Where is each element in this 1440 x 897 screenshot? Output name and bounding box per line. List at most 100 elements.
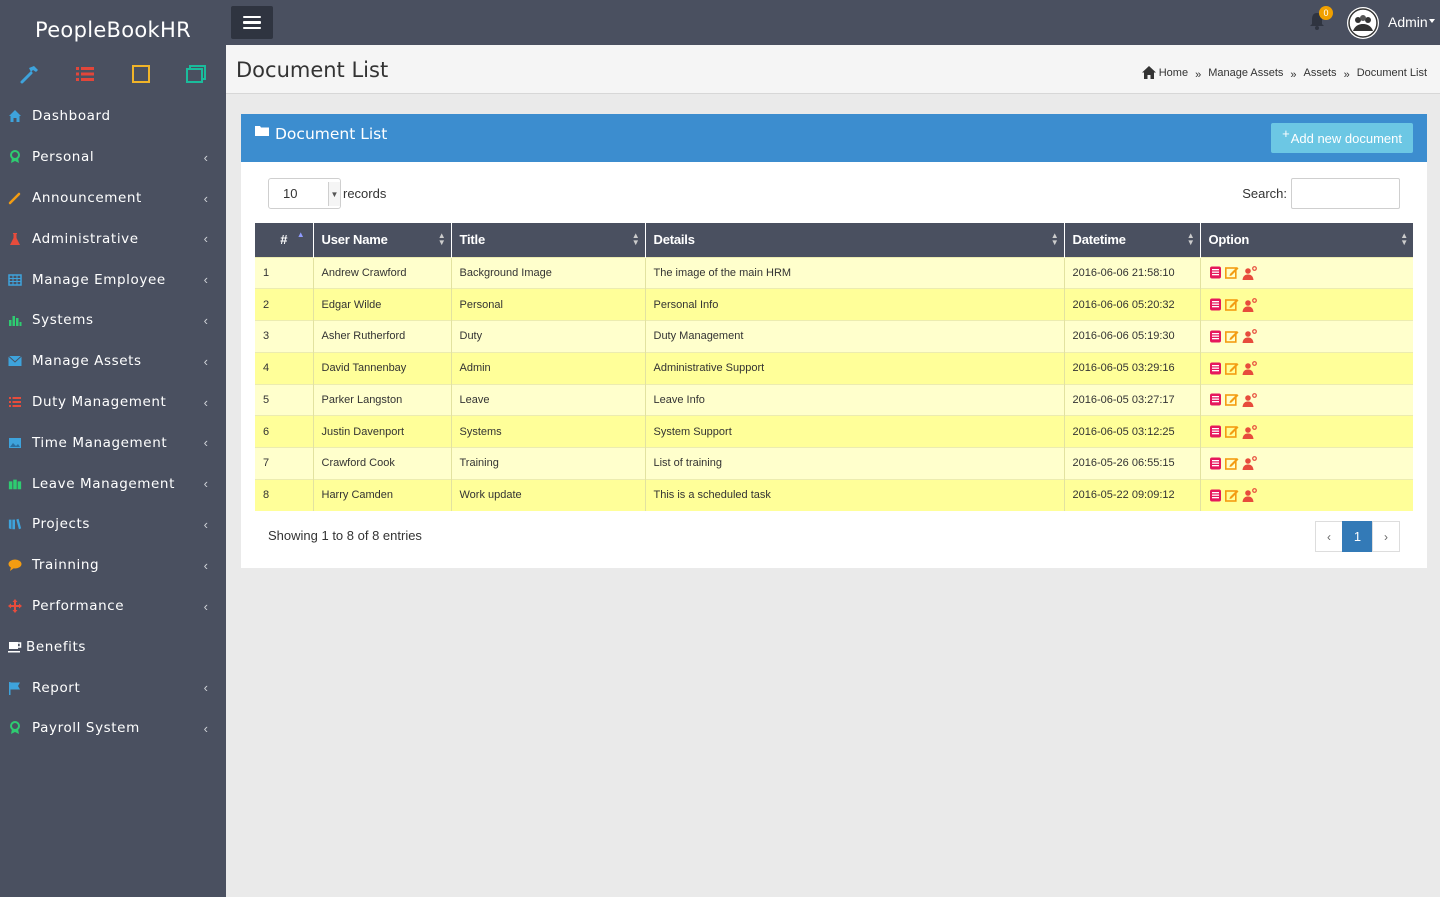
cell-details: Duty Management — [645, 320, 1065, 353]
edit-document-icon[interactable] — [1224, 393, 1239, 407]
cell-title: Training — [451, 447, 646, 480]
box-title: Document List — [255, 125, 387, 143]
assign-user-icon[interactable] — [1242, 329, 1257, 344]
hammer-icon[interactable] — [18, 62, 42, 86]
records-per-page-select[interactable]: 10 ▼ — [268, 178, 341, 209]
edit-document-icon[interactable] — [1224, 489, 1239, 502]
sidebar-item-dashboard[interactable]: Dashboard — [0, 96, 226, 137]
cell-title: Work update — [451, 478, 646, 511]
view-document-icon[interactable] — [1209, 330, 1222, 343]
sidebar-item-personal[interactable]: Personal ‹ — [0, 137, 226, 178]
move-icon — [8, 598, 22, 613]
view-document-icon[interactable] — [1209, 393, 1222, 406]
sidebar-item-label: Manage Assets — [32, 353, 142, 370]
cell-option — [1200, 415, 1413, 448]
user-menu[interactable]: Admin — [1388, 14, 1428, 30]
document-list-box: Document List + Add new document 10 ▼ re… — [241, 114, 1427, 568]
pagination-prev-button[interactable]: ‹ — [1315, 521, 1343, 552]
breadcrumb-current: Document List — [1356, 66, 1427, 79]
cell-number: 3 — [255, 320, 314, 353]
list-icon[interactable] — [73, 62, 97, 86]
menu-toggle-button[interactable] — [231, 6, 273, 39]
assign-user-icon[interactable] — [1242, 361, 1257, 376]
column-header-label: Option — [1208, 232, 1250, 248]
records-per-page-value: 10 — [283, 186, 298, 201]
pagination-next-button[interactable]: › — [1372, 521, 1400, 552]
sidebar-item-manage-employee[interactable]: Manage Employee ‹ — [0, 259, 226, 300]
sidebar-item-time-management[interactable]: Time Management ‹ — [0, 422, 226, 463]
column-header-datetime[interactable]: Datetime ▲ ▼ — [1064, 223, 1201, 257]
view-document-icon[interactable] — [1209, 362, 1222, 375]
cell-datetime: 2016-06-05 03:12:25 — [1064, 415, 1201, 448]
view-document-icon[interactable] — [1209, 457, 1222, 470]
edit-document-icon[interactable] — [1224, 457, 1239, 470]
sidebar-item-manage-assets[interactable]: Manage Assets ‹ — [0, 341, 226, 382]
window-icon[interactable] — [184, 62, 208, 86]
sort-icon: ▲ ▼ — [1186, 231, 1195, 247]
sidebar-item-administrative[interactable]: Administrative ‹ — [0, 218, 226, 259]
records-label: records — [343, 186, 387, 201]
home-icon[interactable] — [1141, 66, 1156, 79]
sidebar-item-projects[interactable]: Projects ‹ — [0, 504, 226, 545]
bar-chart-icon — [8, 313, 22, 327]
assign-user-icon[interactable] — [1242, 297, 1257, 312]
assign-user-icon[interactable] — [1242, 456, 1257, 471]
cell-title: Duty — [451, 320, 646, 353]
breadcrumb: Home » Manage Assets » Assets » Document… — [1141, 66, 1427, 81]
assign-user-icon[interactable] — [1242, 265, 1257, 280]
edit-document-icon[interactable] — [1224, 425, 1239, 438]
column-header-label: # — [280, 232, 288, 248]
cell-details: List of training — [645, 447, 1065, 480]
column-header-details[interactable]: Details ▲ ▼ — [645, 223, 1065, 257]
sidebar-item-benefits[interactable]: Benefits — [0, 626, 226, 667]
column-header-option[interactable]: Option ▲ ▼ — [1200, 223, 1413, 257]
sort-icon: ▲ ▼ — [631, 231, 640, 247]
avatar[interactable] — [1347, 7, 1379, 39]
pagination-page-button[interactable]: 1 — [1342, 521, 1373, 552]
sidebar-item-label: Dashboard — [32, 108, 111, 125]
sidebar-item-systems[interactable]: Systems ‹ — [0, 300, 226, 341]
edit-document-icon[interactable] — [1224, 298, 1239, 311]
assign-user-icon[interactable] — [1242, 392, 1257, 407]
breadcrumb-manage-assets[interactable]: Manage Assets — [1208, 67, 1283, 79]
search-input[interactable] — [1291, 178, 1400, 209]
breadcrumb-assets[interactable]: Assets — [1304, 67, 1337, 79]
breadcrumb-separator: » — [1290, 68, 1297, 81]
column-header-user-name[interactable]: User Name ▲ ▼ — [313, 223, 452, 257]
sidebar-item-performance[interactable]: Performance ‹ — [0, 586, 226, 627]
sidebar-menu: Dashboard Personal ‹ Announcement ‹ Administr… — [0, 96, 226, 749]
square-icon[interactable] — [129, 62, 153, 86]
view-document-icon[interactable] — [1209, 425, 1222, 438]
cell-title: Systems — [451, 415, 646, 448]
sidebar-item-payroll-system[interactable]: Payroll System ‹ — [0, 708, 226, 749]
edit-document-icon[interactable] — [1224, 362, 1239, 375]
edit-document-icon[interactable] — [1224, 266, 1239, 280]
table-info: Showing 1 to 8 of 8 entries — [268, 528, 422, 543]
column-header-title[interactable]: Title ▲ ▼ — [451, 223, 646, 257]
cell-option — [1200, 351, 1413, 384]
sidebar-item-report[interactable]: Report ‹ — [0, 667, 226, 708]
row-actions — [1209, 265, 1406, 280]
cell-datetime: 2016-06-06 05:19:30 — [1064, 320, 1201, 353]
brand-logo[interactable]: PeopleBookHR — [0, 0, 226, 56]
assign-user-icon[interactable] — [1242, 488, 1257, 503]
view-document-icon[interactable] — [1209, 298, 1222, 311]
add-new-document-button[interactable]: + Add new document — [1271, 123, 1413, 153]
cell-details: Leave Info — [645, 383, 1065, 416]
view-document-icon[interactable] — [1209, 266, 1222, 279]
view-document-icon[interactable] — [1209, 489, 1222, 502]
sidebar-item-trainning[interactable]: Trainning ‹ — [0, 545, 226, 586]
caret-down-icon[interactable] — [1429, 19, 1435, 23]
table-row: 5 Parker Langston Leave Leave Info 2016-06-0… — [255, 383, 1413, 416]
sidebar-item-duty-management[interactable]: Duty Management ‹ — [0, 382, 226, 423]
column-header-label: Datetime — [1072, 232, 1127, 248]
breadcrumb-home[interactable]: Home — [1159, 67, 1188, 79]
sidebar-item-leave-management[interactable]: Leave Management ‹ — [0, 463, 226, 504]
cell-details: Administrative Support — [645, 351, 1065, 384]
sidebar-item-announcement[interactable]: Announcement ‹ — [0, 178, 226, 219]
assign-user-icon[interactable] — [1242, 424, 1257, 439]
column-header-number[interactable]: # ▲ — [255, 223, 314, 257]
cell-details: Personal Info — [645, 288, 1065, 321]
sidebar-item-label: Systems — [32, 312, 94, 329]
edit-document-icon[interactable] — [1224, 330, 1239, 343]
